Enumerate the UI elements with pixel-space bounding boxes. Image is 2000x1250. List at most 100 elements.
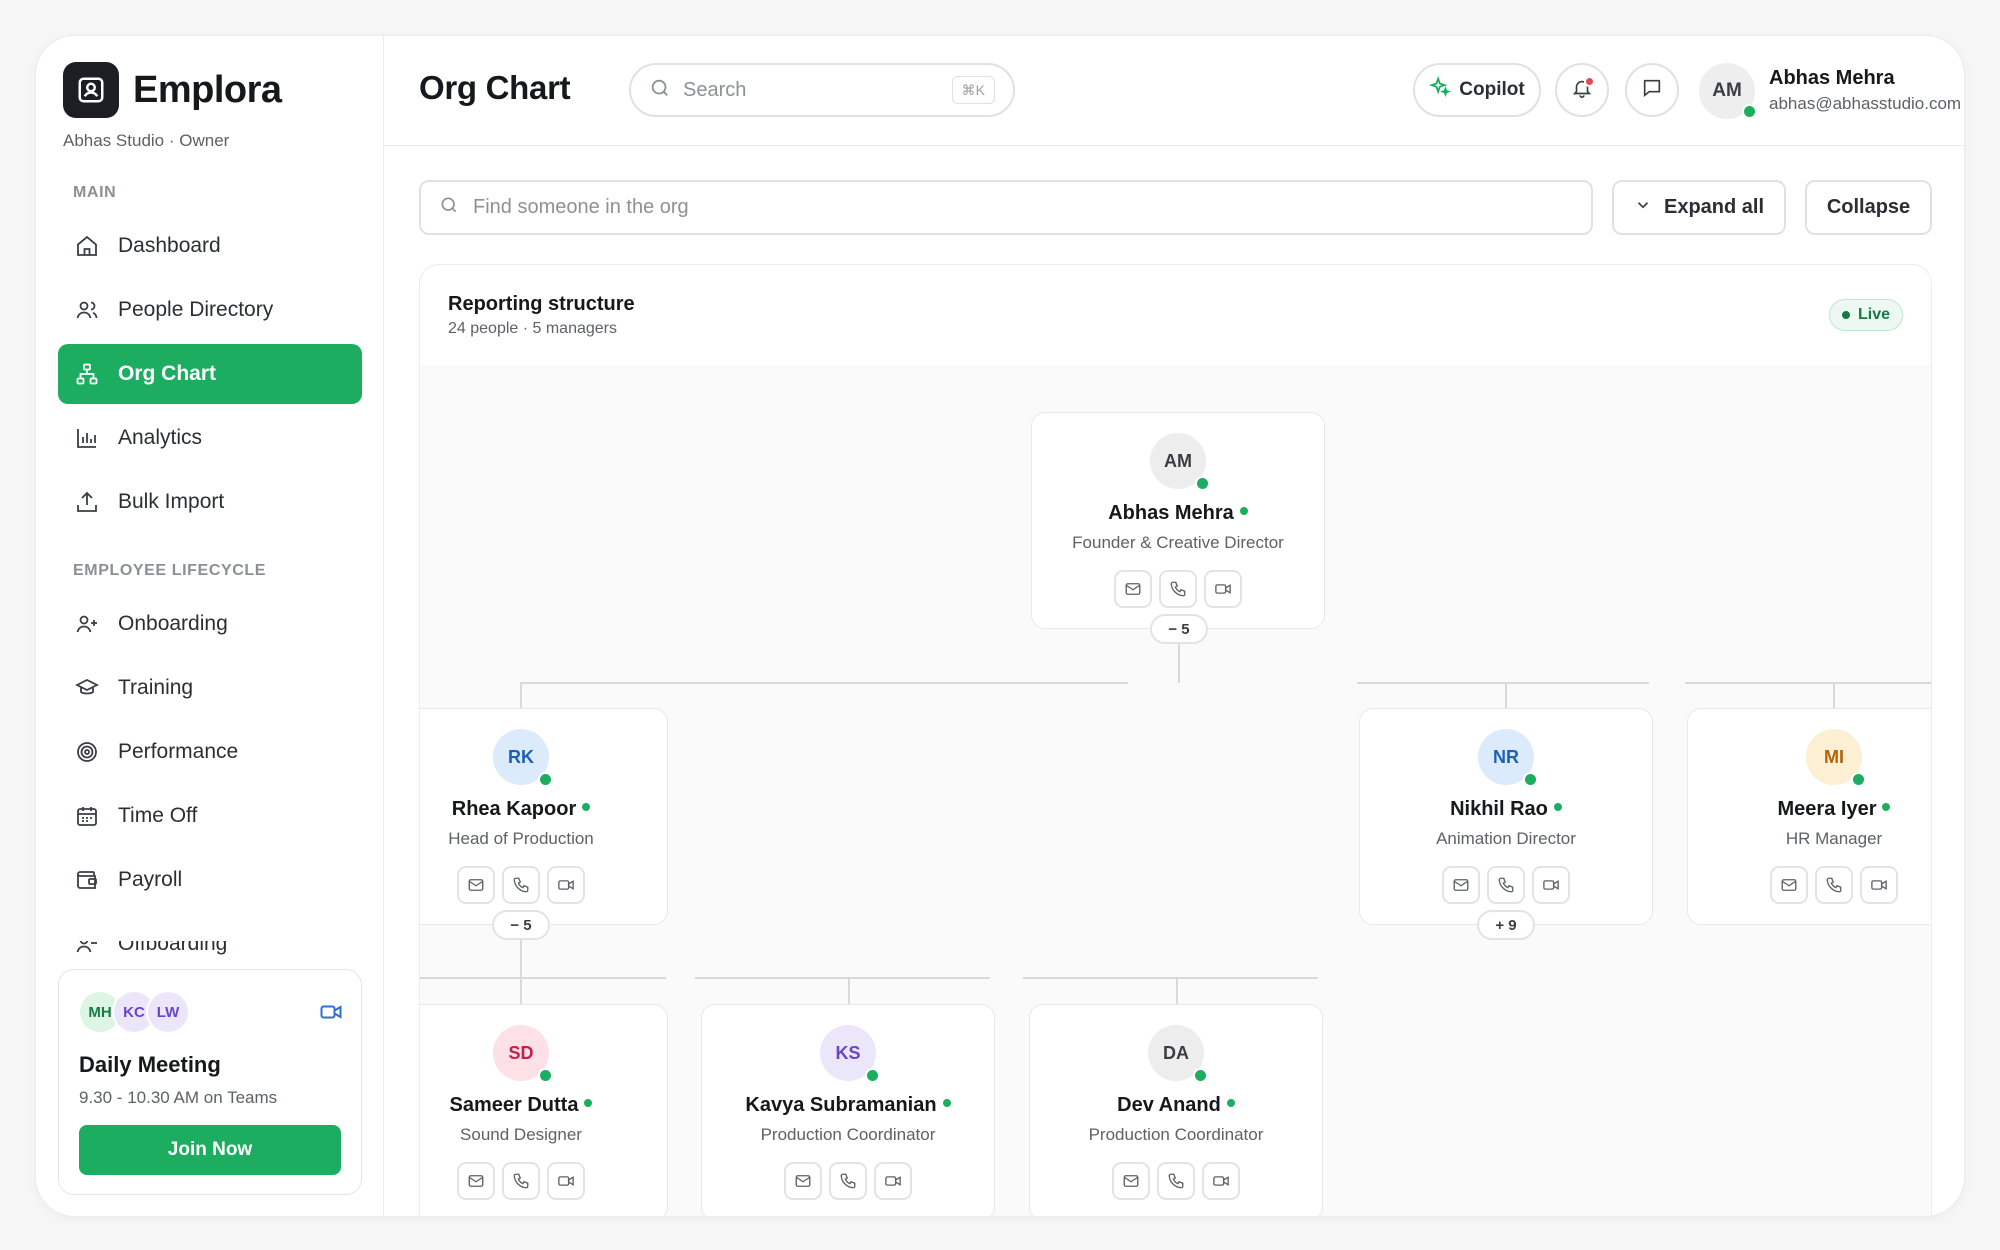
sidebar-item-people-directory[interactable]: People Directory [58,280,362,340]
call-button[interactable] [502,866,540,904]
org-node-abhas-mehra[interactable]: AM Abhas Mehra Founder & Creative Direct… [1031,412,1325,629]
sidebar-item-onboarding[interactable]: Onboarding [58,594,362,654]
phone-icon [1168,1173,1184,1189]
user-name: Abhas Mehra [1769,67,1895,89]
collapse-toggle[interactable]: − 5 [492,910,550,940]
online-status-dot [1742,104,1757,119]
connector-line [1023,977,1318,979]
email-button[interactable] [1114,570,1152,608]
sidebar-item-label: Onboarding [118,612,228,635]
mail-icon [1125,583,1141,595]
collapse-label: Collapse [1826,196,1911,218]
meeting-card: MH KC LW Daily Meeting 9.30 - 10.30 AM o… [58,969,362,1195]
email-button[interactable] [457,1162,495,1200]
avatar: LW [146,990,190,1034]
avatar-initials: AM [1164,450,1192,471]
email-button[interactable] [784,1162,822,1200]
messages-button[interactable] [1625,63,1679,117]
meeting-title: Daily Meeting [79,1052,221,1077]
org-node-dev-anand[interactable]: DA Dev Anand Production Coordinator [1029,1004,1323,1216]
sidebar-item-dashboard[interactable]: Dashboard [58,216,362,276]
email-button[interactable] [1442,866,1480,904]
collapse-button[interactable]: Collapse [1805,180,1932,235]
email-button[interactable] [1770,866,1808,904]
connector-line [520,682,1128,684]
sidebar-item-label: Org Chart [118,362,217,385]
org-node-rhea-kapoor[interactable]: RK Rhea Kapoor Head of Production [420,708,668,925]
online-indicator [1882,802,1891,811]
call-button[interactable] [829,1162,867,1200]
org-node-meera-iyer[interactable]: MI Meera Iyer HR Manager [1687,708,1931,925]
user-initials: AM [1712,80,1742,101]
brand[interactable]: Emplora [63,62,282,118]
org-node-sameer-dutta[interactable]: SD Sameer Dutta Sound Designer [420,1004,668,1216]
avatar: RK [493,729,553,787]
online-status-dot [538,1068,553,1083]
call-button[interactable] [502,1162,540,1200]
org-node-kavya-subramanian[interactable]: KS Kavya Subramanian Production Coordina… [701,1004,995,1216]
sidebar-item-label: Payroll [118,868,183,891]
avatar-initials: SD [508,1042,534,1063]
sidebar-item-org-chart[interactable]: Org Chart [58,344,362,404]
sidebar-item-analytics[interactable]: Analytics [58,408,362,468]
video-call-button[interactable] [1860,866,1898,904]
call-button[interactable] [1487,866,1525,904]
user-avatar[interactable]: AM [1699,63,1757,119]
video-icon [558,880,574,890]
call-button[interactable] [1157,1162,1195,1200]
email-button[interactable] [1112,1162,1150,1200]
video-call-button[interactable] [874,1162,912,1200]
person-name: Nikhil Rao [1360,798,1652,821]
video-call-button[interactable] [547,1162,585,1200]
online-status-dot [538,772,553,787]
workspace-label: Abhas Studio · Owner [63,131,230,150]
sidebar-item-label: Training [118,676,194,699]
email-button[interactable] [457,866,495,904]
video-camera-icon[interactable] [319,1000,343,1029]
global-search-input[interactable]: Search ⌘K [629,63,1015,117]
person-name: Rhea Kapoor [420,798,667,821]
mail-icon [1453,879,1469,891]
video-call-button[interactable] [547,866,585,904]
expand-toggle[interactable]: + 9 [1477,910,1535,940]
search-icon [649,77,671,104]
join-now-button[interactable]: Join Now [79,1125,341,1175]
contact-actions [1770,866,1898,904]
graduation-cap-icon [74,675,100,701]
collapse-toggle[interactable]: − 5 [1150,614,1208,644]
person-name: Kavya Subramanian [702,1094,994,1117]
upload-icon [74,489,100,515]
copilot-button[interactable]: Copilot [1413,63,1541,117]
person-role: Production Coordinator [760,1125,936,1144]
sidebar-item-time-off[interactable]: Time Off [58,786,362,846]
video-call-button[interactable] [1204,570,1242,608]
meeting-attendees: MH KC LW [78,990,190,1034]
mail-icon [795,1175,811,1187]
call-button[interactable] [1815,866,1853,904]
expand-all-button[interactable]: Expand all [1612,180,1786,235]
avatar: SD [493,1025,553,1083]
person-name-text: Rhea Kapoor [451,798,577,820]
online-indicator [582,802,591,811]
bar-chart-icon [74,425,100,451]
wallet-icon [74,867,100,893]
org-node-nikhil-rao[interactable]: NR Nikhil Rao Animation Director [1359,708,1653,925]
notification-dot [1584,76,1595,87]
org-chart-canvas[interactable]: AM Abhas Mehra Founder & Creative Direct… [420,365,1931,1216]
avatar: AM [1150,433,1210,491]
mail-icon [1781,879,1797,891]
video-call-button[interactable] [1532,866,1570,904]
mail-icon [1123,1175,1139,1187]
sidebar-item-training[interactable]: Training [58,658,362,718]
online-status-dot [865,1068,880,1083]
org-search-input[interactable]: Find someone in the org [419,180,1593,235]
sidebar-item-bulk-import[interactable]: Bulk Import [58,472,362,532]
video-call-button[interactable] [1202,1162,1240,1200]
avatar-initials: NR [1493,746,1519,767]
sidebar-item-payroll[interactable]: Payroll [58,850,362,910]
phone-icon [513,877,529,893]
sidebar-item-performance[interactable]: Performance [58,722,362,782]
call-button[interactable] [1159,570,1197,608]
person-name-text: Nikhil Rao [1450,798,1548,820]
notifications-button[interactable] [1555,63,1609,117]
